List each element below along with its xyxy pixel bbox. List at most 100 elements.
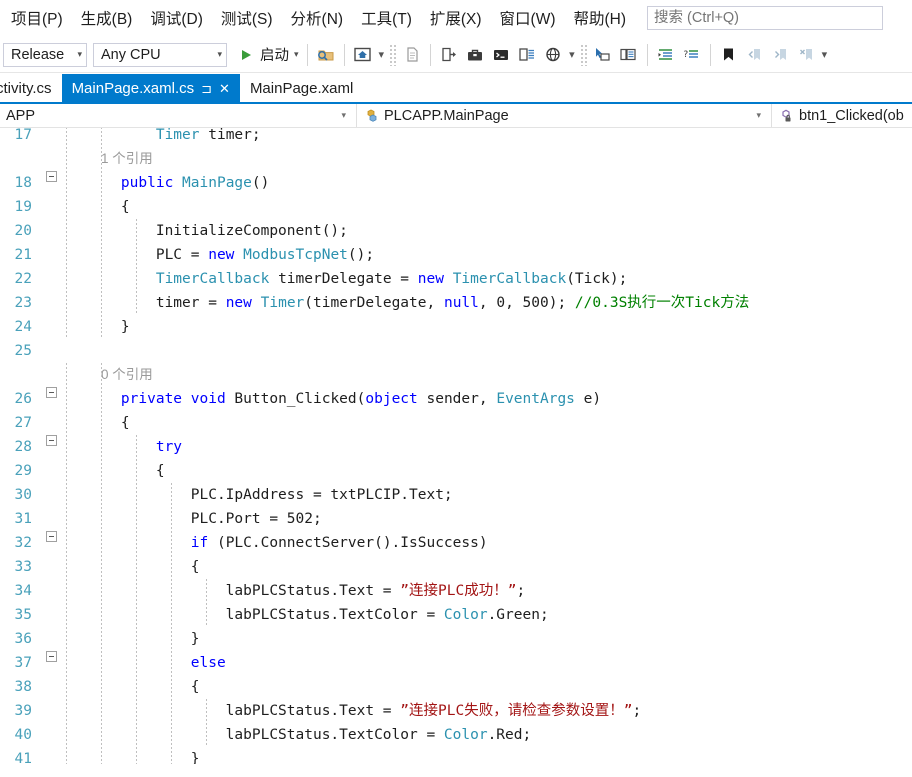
code-line[interactable]: 24 }	[0, 315, 912, 339]
code-text[interactable]: InitializeComponent();	[64, 219, 912, 243]
platform-dropdown[interactable]: Any CPU ▾	[93, 42, 227, 67]
code-text[interactable]: PLC.Port = 502;	[64, 507, 912, 531]
search-input[interactable]	[647, 6, 884, 30]
type-dropdown[interactable]: PLCAPP.MainPage ▾	[357, 104, 772, 127]
code-text[interactable]: {	[64, 555, 912, 579]
code-line[interactable]: 39 labPLCStatus.Text = ”连接PLC失败，请检查参数设置！…	[0, 699, 912, 723]
code-line[interactable]: 25	[0, 339, 912, 363]
code-text[interactable]: try	[64, 435, 912, 459]
code-line[interactable]: 34 labPLCStatus.Text = ”连接PLC成功！”;	[0, 579, 912, 603]
comment-selection-button[interactable]: ?	[679, 42, 705, 68]
code-line[interactable]: 40 labPLCStatus.TextColor = Color.Red;	[0, 723, 912, 747]
code-line[interactable]: 27 {	[0, 411, 912, 435]
start-debug-button[interactable]: 启动 ▾	[233, 42, 302, 68]
copy-window-button[interactable]	[616, 42, 642, 68]
save-as-button[interactable]	[436, 42, 462, 68]
code-text[interactable]: labPLCStatus.Text = ”连接PLC失败，请检查参数设置！”;	[64, 699, 912, 723]
toolbox-button[interactable]	[462, 42, 488, 68]
code-text[interactable]: private void Button_Clicked(object sende…	[64, 387, 912, 411]
code-line[interactable]: 28 try	[0, 435, 912, 459]
close-icon[interactable]: ✕	[219, 82, 230, 95]
code-line[interactable]: 20 InitializeComponent();	[0, 219, 912, 243]
collapse-minus-icon[interactable]	[45, 387, 57, 398]
code-line[interactable]: 22 TimerCallback timerDelegate = new Tim…	[0, 267, 912, 291]
menu-extensions[interactable]: 扩展(X)	[421, 3, 491, 33]
code-text[interactable]: labPLCStatus.TextColor = Color.Red;	[64, 723, 912, 747]
collapse-minus-icon[interactable]	[45, 651, 57, 662]
clear-bookmarks-button[interactable]	[794, 42, 820, 68]
code-line[interactable]: 35 labPLCStatus.TextColor = Color.Green;	[0, 603, 912, 627]
chevron-down-icon[interactable]: ▾	[379, 48, 385, 61]
chevron-down-icon[interactable]: ▾	[569, 48, 575, 61]
code-line[interactable]: 31 PLC.Port = 502;	[0, 507, 912, 531]
member-dropdown[interactable]: btn1_Clicked(ob	[772, 104, 912, 127]
code-text[interactable]: PLC = new ModbusTcpNet();	[64, 243, 912, 267]
select-pointer-button[interactable]	[590, 42, 616, 68]
code-line[interactable]: 18 public MainPage()	[0, 171, 912, 195]
panel-layout-button[interactable]	[514, 42, 540, 68]
toolbar-overflow-chevron-icon[interactable]: ▾	[822, 48, 828, 61]
code-line[interactable]: 38 {	[0, 675, 912, 699]
next-bookmark-button[interactable]	[768, 42, 794, 68]
code-text[interactable]: labPLCStatus.TextColor = Color.Green;	[64, 603, 912, 627]
code-text[interactable]: PLC.IpAddress = txtPLCIP.Text;	[64, 483, 912, 507]
code-text[interactable]: {	[64, 411, 912, 435]
menu-analyze[interactable]: 分析(N)	[282, 3, 353, 33]
fold-column[interactable]	[38, 531, 64, 542]
tab-mainpage-xaml[interactable]: MainPage.xaml	[239, 74, 364, 102]
home-button[interactable]: ▾	[350, 42, 388, 68]
code-line[interactable]: 30 PLC.IpAddress = txtPLCIP.Text;	[0, 483, 912, 507]
new-file-button[interactable]	[399, 42, 425, 68]
code-line[interactable]: 29 {	[0, 459, 912, 483]
code-text[interactable]: }	[64, 315, 912, 339]
menu-test[interactable]: 测试(S)	[212, 3, 282, 33]
code-editor[interactable]: 17 Timer timer; 1 个引用 18 public MainPage(…	[0, 128, 912, 764]
code-text[interactable]: {	[64, 459, 912, 483]
code-line[interactable]: 21 PLC = new ModbusTcpNet();	[0, 243, 912, 267]
fold-column[interactable]	[38, 171, 64, 182]
code-text[interactable]: if (PLC.ConnectServer().IsSuccess)	[64, 531, 912, 555]
code-text[interactable]: TimerCallback timerDelegate = new TimerC…	[64, 267, 912, 291]
code-line[interactable]: 32 if (PLC.ConnectServer().IsSuccess)	[0, 531, 912, 555]
code-line[interactable]: 17 Timer timer;	[0, 128, 912, 147]
toggle-bookmark-button[interactable]	[716, 42, 742, 68]
code-line[interactable]: 41 }	[0, 747, 912, 764]
code-text[interactable]: {	[64, 675, 912, 699]
indent-increase-button[interactable]	[653, 42, 679, 68]
menu-help[interactable]: 帮助(H)	[565, 3, 636, 33]
previous-bookmark-button[interactable]	[742, 42, 768, 68]
code-text[interactable]: public MainPage()	[64, 171, 912, 195]
code-text[interactable]: timer = new Timer(timerDelegate, null, 0…	[64, 291, 912, 315]
fold-column[interactable]	[38, 387, 64, 398]
pin-icon[interactable]: ⊐	[201, 82, 212, 95]
code-line[interactable]: 0 个引用	[0, 363, 912, 387]
code-line[interactable]: 1 个引用	[0, 147, 912, 171]
code-line[interactable]: 36 }	[0, 627, 912, 651]
code-line[interactable]: 33 {	[0, 555, 912, 579]
code-line[interactable]: 37 else	[0, 651, 912, 675]
menu-tools[interactable]: 工具(T)	[352, 3, 421, 33]
code-text[interactable]: 1 个引用	[64, 147, 912, 171]
tab-activity-cs[interactable]: ctivity.cs	[0, 74, 62, 102]
fold-column[interactable]	[38, 435, 64, 446]
collapse-minus-icon[interactable]	[45, 531, 57, 542]
code-text[interactable]: Timer timer;	[64, 128, 912, 147]
code-text[interactable]: labPLCStatus.Text = ”连接PLC成功！”;	[64, 579, 912, 603]
web-browser-button[interactable]: ▾	[540, 42, 578, 68]
code-text[interactable]: {	[64, 195, 912, 219]
menu-build[interactable]: 生成(B)	[72, 3, 142, 33]
project-dropdown[interactable]: APP ▾	[0, 104, 357, 127]
code-text[interactable]: else	[64, 651, 912, 675]
code-line[interactable]: 23 timer = new Timer(timerDelegate, null…	[0, 291, 912, 315]
collapse-minus-icon[interactable]	[45, 171, 57, 182]
fold-column[interactable]	[38, 651, 64, 662]
code-text[interactable]: 0 个引用	[64, 363, 912, 387]
menu-project[interactable]: 项目(P)	[2, 3, 72, 33]
menu-window[interactable]: 窗口(W)	[491, 3, 565, 33]
code-text[interactable]: }	[64, 627, 912, 651]
code-line[interactable]: 26 private void Button_Clicked(object se…	[0, 387, 912, 411]
menu-debug[interactable]: 调试(D)	[141, 3, 212, 33]
toolbar-overflow-grip[interactable]	[579, 43, 588, 66]
terminal-button[interactable]	[488, 42, 514, 68]
tab-mainpage-xaml-cs[interactable]: MainPage.xaml.cs ⊐ ✕	[61, 74, 240, 102]
